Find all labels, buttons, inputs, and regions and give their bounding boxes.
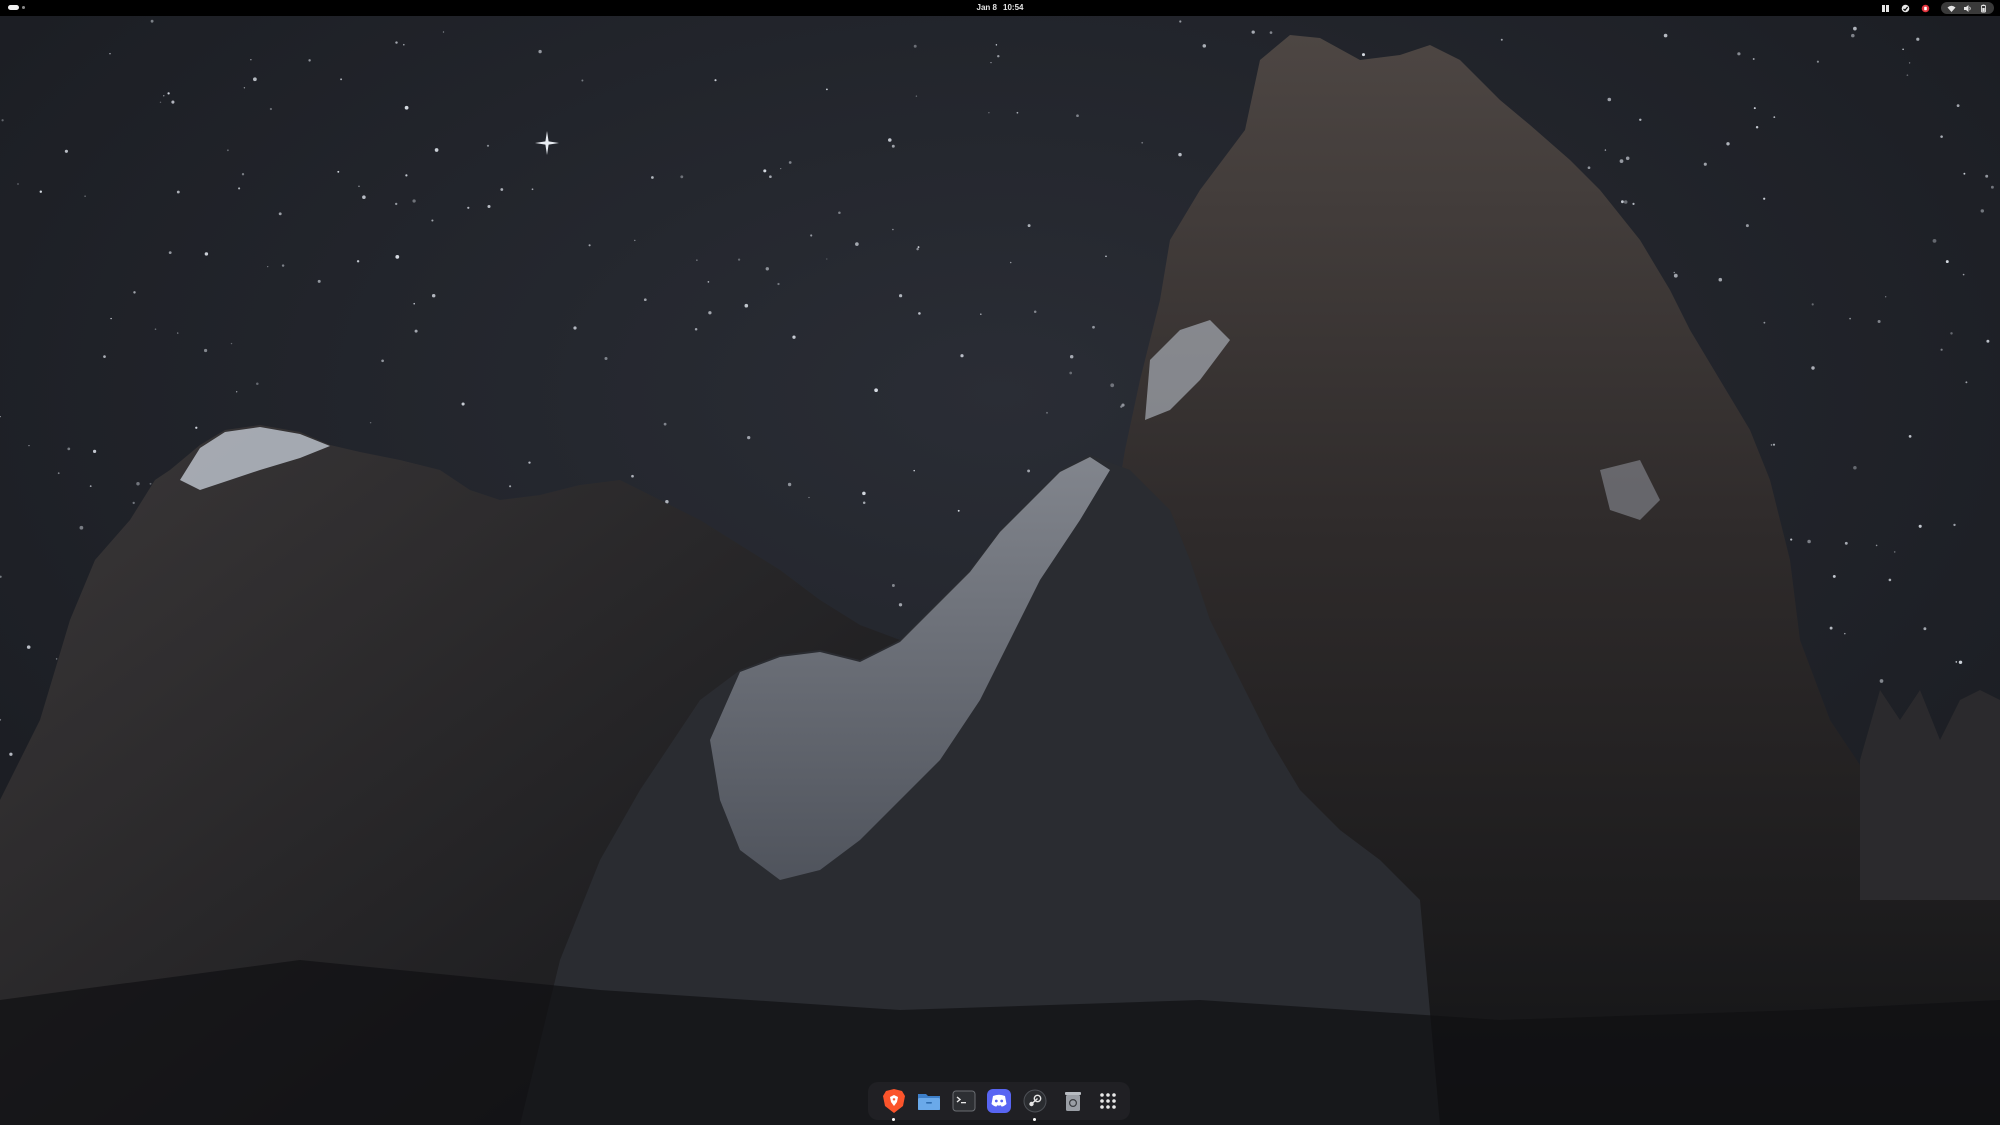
workspace-indicator: [22, 6, 25, 9]
dock-item-discord[interactable]: [985, 1087, 1013, 1115]
brave-browser-icon: [883, 1089, 905, 1113]
discord-icon: [987, 1089, 1011, 1113]
battery-icon: [1981, 4, 1986, 12]
notification-alert-icon[interactable]: [1921, 4, 1930, 13]
activities-button[interactable]: [8, 5, 25, 10]
desktop[interactable]: Jan 8 10:54: [0, 0, 2000, 1125]
running-indicator: [892, 1118, 895, 1121]
workspace-active-indicator: [8, 5, 19, 10]
dock-item-trash[interactable]: [1059, 1087, 1087, 1115]
app-grid-icon: [1100, 1093, 1116, 1109]
dock-item-steam[interactable]: [1021, 1087, 1049, 1121]
top-bar: Jan 8 10:54: [0, 0, 2000, 16]
window-list-icon[interactable]: [1881, 4, 1890, 13]
date-time-button[interactable]: Jan 8 10:54: [977, 0, 1024, 16]
running-indicator: [1033, 1118, 1036, 1121]
system-status-menu[interactable]: [1941, 2, 1994, 14]
dock-item-brave-browser[interactable]: [880, 1087, 908, 1121]
sync-icon[interactable]: [1901, 4, 1910, 13]
time-label: 10:54: [1003, 3, 1024, 12]
wallpaper-image: [0, 0, 2000, 1125]
system-tray: [1881, 0, 1994, 16]
steam-icon: [1023, 1089, 1047, 1113]
network-icon: [1947, 5, 1956, 12]
date-label: Jan 8: [976, 3, 997, 12]
terminal-icon: [952, 1090, 976, 1112]
show-applications-button[interactable]: [1094, 1087, 1122, 1115]
dock-item-terminal[interactable]: [950, 1087, 978, 1115]
volume-icon: [1964, 4, 1971, 12]
files-icon: [918, 1094, 940, 1110]
dock: [868, 1082, 1130, 1121]
trash-icon: [1065, 1092, 1081, 1111]
dock-item-files[interactable]: [915, 1087, 943, 1115]
